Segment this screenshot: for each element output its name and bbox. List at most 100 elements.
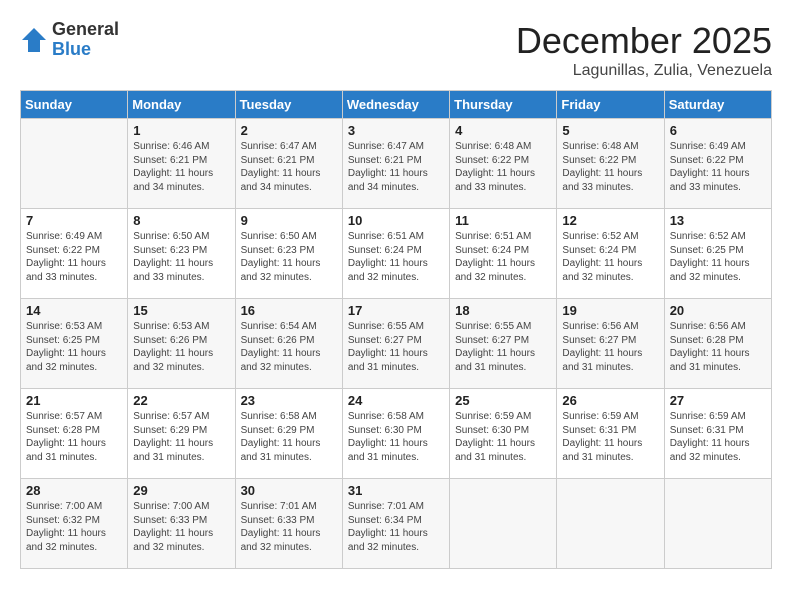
day-number: 8 (133, 213, 229, 228)
day-number: 7 (26, 213, 122, 228)
calendar-cell: 27 Sunrise: 6:59 AMSunset: 6:31 PMDayligh… (664, 389, 771, 479)
calendar-cell (450, 479, 557, 569)
header-friday: Friday (557, 91, 664, 119)
day-number: 27 (670, 393, 766, 408)
calendar-cell: 10Sunrise: 6:51 AMSunset: 6:24 PMDayligh… (342, 209, 449, 299)
day-number: 14 (26, 303, 122, 318)
calendar-cell: 28 Sunrise: 7:00 AMSunset: 6:32 PMDayligh… (21, 479, 128, 569)
day-number: 19 (562, 303, 658, 318)
day-info: Sunrise: 6:46 AMSunset: 6:21 PMDaylight:… (133, 140, 229, 194)
day-info: Sunrise: 6:48 AMSunset: 6:22 PMDaylight:… (455, 140, 551, 194)
day-number: 6 (670, 123, 766, 138)
calendar-cell: 23Sunrise: 6:58 AMSunset: 6:29 PMDayligh… (235, 389, 342, 479)
days-of-week-row: SundayMondayTuesdayWednesdayThursdayFrid… (21, 91, 772, 119)
calendar-cell: 2Sunrise: 6:47 AMSunset: 6:21 PMDaylight… (235, 119, 342, 209)
calendar-cell: 1 Sunrise: 6:46 AMSunset: 6:21 PMDaylight… (128, 119, 235, 209)
day-number: 24 (348, 393, 444, 408)
calendar-cell: 5 Sunrise: 6:48 AMSunset: 6:22 PMDaylight… (557, 119, 664, 209)
week-row-2: 7 Sunrise: 6:49 AMSunset: 6:22 PMDaylight… (21, 209, 772, 299)
calendar-cell: 16 Sunrise: 6:54 AMSunset: 6:26 PMDayligh… (235, 299, 342, 389)
day-info: Sunrise: 6:59 AMSunset: 6:31 PMDaylight:… (670, 410, 766, 464)
day-info: Sunrise: 7:01 AMSunset: 6:34 PMDaylight:… (348, 500, 444, 554)
week-row-3: 14 Sunrise: 6:53 AMSunset: 6:25 PMDayligh… (21, 299, 772, 389)
day-info: Sunrise: 6:58 AMSunset: 6:30 PMDaylight:… (348, 410, 444, 464)
day-number: 30 (241, 483, 337, 498)
calendar-cell: 13Sunrise: 6:52 AMSunset: 6:25 PMDayligh… (664, 209, 771, 299)
calendar-table: SundayMondayTuesdayWednesdayThursdayFrid… (20, 90, 772, 569)
logo-general: General (52, 20, 119, 40)
location: Lagunillas, Zulia, Venezuela (516, 62, 772, 80)
day-info: Sunrise: 6:55 AMSunset: 6:27 PMDaylight:… (348, 320, 444, 374)
calendar-header: SundayMondayTuesdayWednesdayThursdayFrid… (21, 91, 772, 119)
calendar-cell (557, 479, 664, 569)
calendar-body: 1 Sunrise: 6:46 AMSunset: 6:21 PMDaylight… (21, 119, 772, 569)
week-row-1: 1 Sunrise: 6:46 AMSunset: 6:21 PMDaylight… (21, 119, 772, 209)
day-number: 15 (133, 303, 229, 318)
calendar-cell: 17 Sunrise: 6:55 AMSunset: 6:27 PMDayligh… (342, 299, 449, 389)
header-monday: Monday (128, 91, 235, 119)
header-tuesday: Tuesday (235, 91, 342, 119)
day-number: 26 (562, 393, 658, 408)
day-info: Sunrise: 7:00 AMSunset: 6:33 PMDaylight:… (133, 500, 229, 554)
header-sunday: Sunday (21, 91, 128, 119)
calendar-cell (21, 119, 128, 209)
calendar-cell: 18 Sunrise: 6:55 AMSunset: 6:27 PMDayligh… (450, 299, 557, 389)
day-info: Sunrise: 6:59 AMSunset: 6:31 PMDaylight:… (562, 410, 658, 464)
day-info: Sunrise: 7:00 AMSunset: 6:32 PMDaylight:… (26, 500, 122, 554)
day-info: Sunrise: 6:48 AMSunset: 6:22 PMDaylight:… (562, 140, 658, 194)
day-number: 5 (562, 123, 658, 138)
day-info: Sunrise: 6:47 AMSunset: 6:21 PMDaylight:… (348, 140, 444, 194)
day-number: 21 (26, 393, 122, 408)
day-number: 1 (133, 123, 229, 138)
week-row-5: 28 Sunrise: 7:00 AMSunset: 6:32 PMDayligh… (21, 479, 772, 569)
day-number: 28 (26, 483, 122, 498)
day-number: 13 (670, 213, 766, 228)
day-info: Sunrise: 6:53 AMSunset: 6:26 PMDaylight:… (133, 320, 229, 374)
logo: General Blue (20, 20, 119, 60)
calendar-cell: 7 Sunrise: 6:49 AMSunset: 6:22 PMDaylight… (21, 209, 128, 299)
day-info: Sunrise: 6:58 AMSunset: 6:29 PMDaylight:… (241, 410, 337, 464)
day-info: Sunrise: 6:49 AMSunset: 6:22 PMDaylight:… (26, 230, 122, 284)
calendar-cell: 22 Sunrise: 6:57 AMSunset: 6:29 PMDayligh… (128, 389, 235, 479)
header-wednesday: Wednesday (342, 91, 449, 119)
day-info: Sunrise: 6:53 AMSunset: 6:25 PMDaylight:… (26, 320, 122, 374)
day-number: 20 (670, 303, 766, 318)
day-info: Sunrise: 6:56 AMSunset: 6:27 PMDaylight:… (562, 320, 658, 374)
day-info: Sunrise: 6:51 AMSunset: 6:24 PMDaylight:… (455, 230, 551, 284)
day-info: Sunrise: 6:49 AMSunset: 6:22 PMDaylight:… (670, 140, 766, 194)
day-info: Sunrise: 7:01 AMSunset: 6:33 PMDaylight:… (241, 500, 337, 554)
title-area: December 2025 Lagunillas, Zulia, Venezue… (516, 20, 772, 80)
calendar-cell: 8Sunrise: 6:50 AMSunset: 6:23 PMDaylight… (128, 209, 235, 299)
calendar-cell: 6 Sunrise: 6:49 AMSunset: 6:22 PMDaylight… (664, 119, 771, 209)
day-number: 29 (133, 483, 229, 498)
header-thursday: Thursday (450, 91, 557, 119)
day-number: 10 (348, 213, 444, 228)
day-number: 18 (455, 303, 551, 318)
calendar-cell: 21 Sunrise: 6:57 AMSunset: 6:28 PMDayligh… (21, 389, 128, 479)
day-number: 17 (348, 303, 444, 318)
calendar-cell: 20 Sunrise: 6:56 AMSunset: 6:28 PMDayligh… (664, 299, 771, 389)
calendar-cell: 4Sunrise: 6:48 AMSunset: 6:22 PMDaylight… (450, 119, 557, 209)
day-number: 25 (455, 393, 551, 408)
calendar-cell: 9Sunrise: 6:50 AMSunset: 6:23 PMDaylight… (235, 209, 342, 299)
calendar-cell: 26 Sunrise: 6:59 AMSunset: 6:31 PMDayligh… (557, 389, 664, 479)
calendar-cell: 3 Sunrise: 6:47 AMSunset: 6:21 PMDaylight… (342, 119, 449, 209)
calendar-cell: 19 Sunrise: 6:56 AMSunset: 6:27 PMDayligh… (557, 299, 664, 389)
calendar-cell: 30 Sunrise: 7:01 AMSunset: 6:33 PMDayligh… (235, 479, 342, 569)
calendar-cell: 29 Sunrise: 7:00 AMSunset: 6:33 PMDayligh… (128, 479, 235, 569)
day-info: Sunrise: 6:55 AMSunset: 6:27 PMDaylight:… (455, 320, 551, 374)
logo-icon (20, 26, 48, 54)
day-info: Sunrise: 6:56 AMSunset: 6:28 PMDaylight:… (670, 320, 766, 374)
month-title: December 2025 (516, 20, 772, 62)
day-number: 11 (455, 213, 551, 228)
calendar-cell: 15 Sunrise: 6:53 AMSunset: 6:26 PMDayligh… (128, 299, 235, 389)
day-info: Sunrise: 6:57 AMSunset: 6:28 PMDaylight:… (26, 410, 122, 464)
page-header: General Blue December 2025 Lagunillas, Z… (20, 20, 772, 80)
day-number: 9 (241, 213, 337, 228)
day-number: 3 (348, 123, 444, 138)
day-number: 16 (241, 303, 337, 318)
logo-blue: Blue (52, 40, 119, 60)
day-info: Sunrise: 6:54 AMSunset: 6:26 PMDaylight:… (241, 320, 337, 374)
day-number: 22 (133, 393, 229, 408)
day-info: Sunrise: 6:57 AMSunset: 6:29 PMDaylight:… (133, 410, 229, 464)
